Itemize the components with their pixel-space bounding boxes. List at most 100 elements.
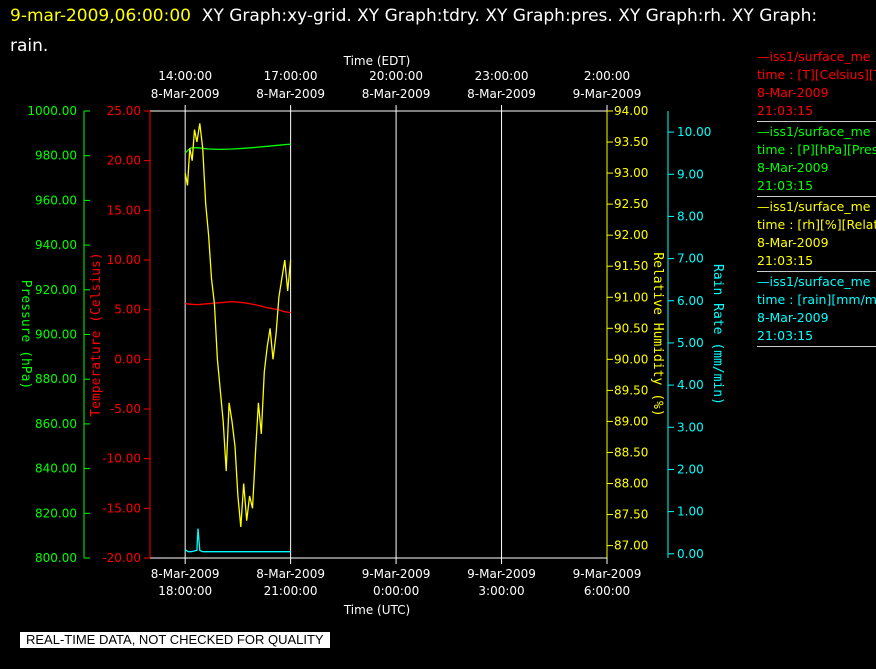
rain-tick-label: 3.00: [677, 420, 704, 434]
rain-tick-label: 4.00: [677, 378, 704, 392]
humidity-tick-label: 87.50: [614, 508, 648, 522]
humidity-tick-label: 90.00: [614, 352, 648, 366]
legend: —iss1/surface_me time : [T][Celsius][T 8…: [757, 48, 876, 348]
legend-time: 21:03:15: [757, 178, 814, 193]
humidity-tick-label: 90.50: [614, 321, 648, 335]
rain-tick-label: 0.00: [677, 547, 704, 561]
humidity-axis-title: Relative Humidity (%): [650, 252, 665, 416]
legend-time: 21:03:15: [757, 328, 814, 343]
rain-tick-label: 5.00: [677, 336, 704, 350]
x-axis-title-bottom: Time (UTC): [343, 603, 410, 617]
temperature-tick-label: 20.00: [107, 154, 141, 168]
temperature-tick-label: 0.00: [114, 352, 141, 366]
humidity-series-line: [184, 123, 292, 528]
pressure-tick-label: 860.00: [35, 417, 77, 431]
x-top-tick-label-time: 2:00:00: [584, 69, 630, 83]
x-tick-label-date: 8-Mar-2009: [256, 567, 325, 581]
pressure-tick-label: 900.00: [35, 328, 77, 342]
legend-date: 8-Mar-2009: [757, 160, 829, 175]
rain-tick-label: 2.00: [677, 462, 704, 476]
x-top-tick-label-date: 8-Mar-2009: [362, 87, 431, 101]
xy-chart: 8-Mar-2009 18:00:00 14:00:00 8-Mar-2009 8-Ma…: [18, 54, 725, 617]
humidity-tick-label: 93.00: [614, 166, 648, 180]
pressure-tick-label: 920.00: [35, 283, 77, 297]
pressure-tick-label: 880.00: [35, 372, 77, 386]
x-tick-label-date: 9-Mar-2009: [573, 567, 642, 581]
legend-entry-temperature: —iss1/surface_me time : [T][Celsius][T 8…: [757, 48, 876, 122]
legend-date: 8-Mar-2009: [757, 310, 829, 325]
legend-source: —iss1/surface_me: [757, 274, 871, 289]
rain-series-line: [184, 528, 291, 553]
x-tick-label-time: 6:00:00: [584, 584, 630, 598]
temperature-tick-label: 5.00: [114, 303, 141, 317]
x-top-tick-label-date: 8-Mar-2009: [151, 87, 220, 101]
humidity-tick-label: 89.50: [614, 383, 648, 397]
x-top-tick-label-date: 9-Mar-2009: [573, 87, 642, 101]
x-top-tick-label-time: 23:00:00: [475, 69, 529, 83]
x-tick-label-time: 3:00:00: [478, 584, 524, 598]
pressure-tick-label: 800.00: [35, 551, 77, 565]
rain-tick-label: 10.00: [677, 125, 711, 139]
legend-source: —iss1/surface_me: [757, 124, 871, 139]
temperature-tick-label: -20.00: [102, 551, 141, 565]
legend-date: 8-Mar-2009: [757, 235, 829, 250]
rain-tick-label: 6.00: [677, 294, 704, 308]
temperature-tick-label: -15.00: [102, 501, 141, 515]
x-tick-label-time: 18:00:00: [158, 584, 212, 598]
legend-source: —iss1/surface_me: [757, 199, 871, 214]
temperature-tick-label: 10.00: [107, 253, 141, 267]
legend-entry-pressure: —iss1/surface_me time : [P][hPa][Pres 8-…: [757, 123, 876, 197]
rain-tick-label: 9.00: [677, 167, 704, 181]
x-tick-label-time: 0:00:00: [373, 584, 419, 598]
x-tick-label-date: 9-Mar-2009: [467, 567, 536, 581]
legend-time: 21:03:15: [757, 253, 814, 268]
temperature-tick-label: 15.00: [107, 203, 141, 217]
rain-axis-title: Rain Rate (mm/min): [710, 264, 725, 405]
legend-source: —iss1/surface_me: [757, 49, 871, 64]
pressure-axis-title: Pressure (hPa): [18, 280, 33, 390]
legend-date: 8-Mar-2009: [757, 85, 829, 100]
x-top-tick-label-date: 8-Mar-2009: [256, 87, 325, 101]
pressure-tick-label: 980.00: [35, 149, 77, 163]
rain-tick-label: 1.00: [677, 505, 704, 519]
temperature-axis-title: Temperature (Celsius): [89, 252, 104, 416]
humidity-tick-label: 88.00: [614, 477, 648, 491]
humidity-tick-label: 94.00: [614, 104, 648, 118]
pressure-tick-label: 1000.00: [27, 104, 77, 118]
humidity-tick-label: 91.50: [614, 259, 648, 273]
pressure-series-line: [184, 143, 291, 154]
temperature-tick-label: -5.00: [110, 402, 141, 416]
pressure-tick-label: 940.00: [35, 238, 77, 252]
plot-frame: [149, 110, 608, 559]
humidity-tick-label: 93.50: [614, 135, 648, 149]
humidity-tick-label: 92.00: [614, 228, 648, 242]
humidity-tick-label: 87.00: [614, 539, 648, 553]
legend-variable: time : [rh][%][Relati: [757, 217, 876, 232]
humidity-tick-label: 92.50: [614, 197, 648, 211]
x-axis-title-top: Time (EDT): [343, 54, 411, 68]
rain-tick-label: 8.00: [677, 209, 704, 223]
x-top-tick-label-time: 14:00:00: [158, 69, 212, 83]
rain-tick-label: 7.00: [677, 252, 704, 266]
legend-variable: time : [T][Celsius][T: [757, 67, 876, 82]
pressure-tick-label: 960.00: [35, 193, 77, 207]
temperature-tick-label: -10.00: [102, 452, 141, 466]
temperature-series-line: [185, 301, 291, 314]
pressure-tick-label: 820.00: [35, 506, 77, 520]
humidity-tick-label: 89.00: [614, 414, 648, 428]
humidity-tick-label: 88.50: [614, 445, 648, 459]
legend-time: 21:03:15: [757, 103, 814, 118]
legend-variable: time : [rain][mm/min: [757, 292, 876, 307]
pressure-tick-label: 840.00: [35, 462, 77, 476]
humidity-tick-label: 91.00: [614, 290, 648, 304]
legend-entry-rain: —iss1/surface_me time : [rain][mm/min 8-…: [757, 273, 876, 347]
legend-entry-humidity: —iss1/surface_me time : [rh][%][Relati 8…: [757, 198, 876, 272]
x-tick-label-date: 9-Mar-2009: [362, 567, 431, 581]
x-top-tick-label-time: 17:00:00: [264, 69, 318, 83]
x-tick-label-time: 21:00:00: [264, 584, 318, 598]
x-top-tick-label-time: 20:00:00: [369, 69, 423, 83]
temperature-tick-label: 25.00: [107, 104, 141, 118]
legend-variable: time : [P][hPa][Pres: [757, 142, 876, 157]
quality-disclaimer: REAL-TIME DATA, NOT CHECKED FOR QUALITY: [20, 632, 330, 648]
x-tick-label-date: 8-Mar-2009: [151, 567, 220, 581]
